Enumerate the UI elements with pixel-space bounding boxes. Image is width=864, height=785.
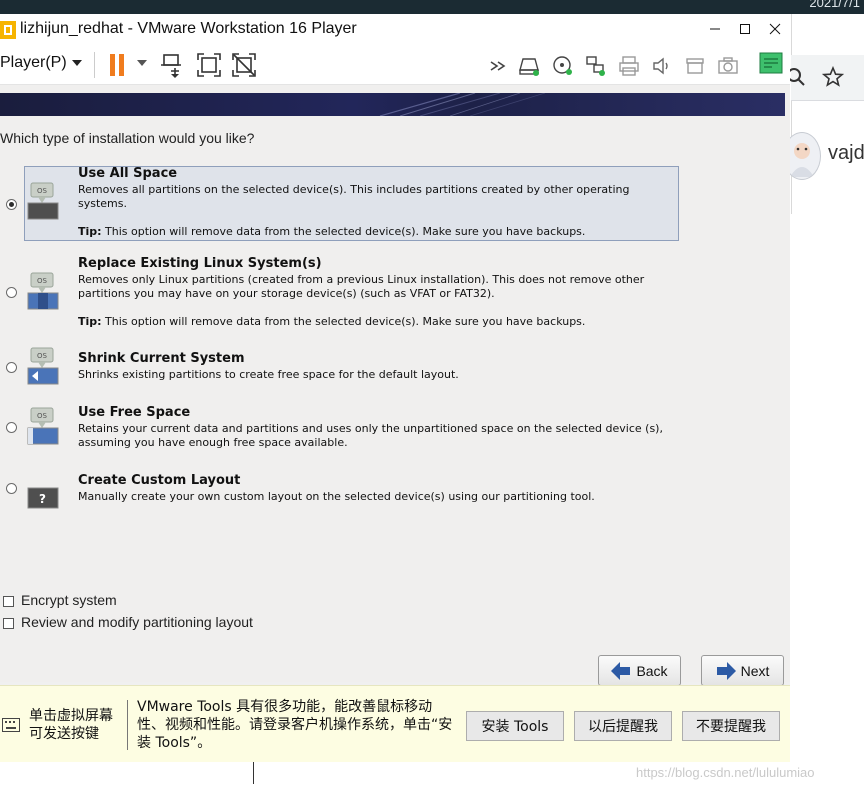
browser-page-body: [791, 214, 864, 785]
power-dropdown-icon[interactable]: [137, 60, 147, 68]
browser-username: vajd: [828, 142, 864, 164]
radio-replace-linux[interactable]: [6, 287, 17, 298]
back-button[interactable]: Back: [598, 655, 681, 686]
option-title: Create Custom Layout: [78, 473, 241, 488]
maximize-icon: [740, 24, 750, 34]
vmware-window: lizhijun_redhat - VMware Workstation 16 …: [0, 14, 815, 785]
next-button[interactable]: Next: [701, 655, 784, 686]
option-title: Replace Existing Linux System(s): [78, 256, 322, 271]
window-bottom-strip: https://blog.csdn.net/lululumiao: [0, 762, 815, 785]
option-use-all-space[interactable]: OS Use All Space Removes all partitions …: [0, 166, 790, 241]
encrypt-system-checkbox[interactable]: [3, 596, 14, 607]
send-ctrl-alt-del-icon[interactable]: [161, 52, 187, 78]
option-tip: Tip: This option will remove data from t…: [78, 225, 585, 238]
svg-text:OS: OS: [37, 277, 48, 285]
unity-mode-icon[interactable]: [231, 52, 257, 78]
review-layout-label[interactable]: Review and modify partitioning layout: [21, 614, 253, 630]
notification-divider: [127, 700, 128, 750]
option-use-free-space[interactable]: OS Use Free Space Retains your current d…: [0, 405, 790, 455]
message-log-icon[interactable]: [758, 51, 784, 77]
option-replace-linux[interactable]: OS Replace Existing Linux System(s) Remo…: [0, 256, 790, 332]
toolbar-divider: [94, 52, 95, 78]
camera-icon[interactable]: [717, 55, 739, 77]
vmware-tools-notification: 单击虚拟屏幕可发送按键 VMware Tools 具有很多功能，能改善鼠标移动性…: [0, 685, 790, 763]
option-description: Manually create your own custom layout o…: [78, 490, 595, 503]
option-title: Use All Space: [78, 166, 178, 181]
desktop-clock: 2021/7/1: [809, 0, 860, 10]
option-description: Removes all partitions on the selected d…: [78, 183, 630, 210]
star-icon[interactable]: [822, 66, 844, 88]
hard-disk-icon[interactable]: [519, 55, 541, 77]
tip-text: This option will remove data from the se…: [101, 225, 586, 238]
background-browser-window: [791, 14, 864, 214]
sound-card-icon[interactable]: [651, 55, 673, 77]
send-keys-hint: 单击虚拟屏幕可发送按键: [29, 708, 113, 742]
remind-later-button[interactable]: 以后提醒我: [574, 711, 672, 741]
window-title: lizhijun_redhat - VMware Workstation 16 …: [20, 20, 357, 37]
option-description: Retains your current data and partitions…: [78, 422, 663, 449]
watermark: https://blog.csdn.net/lululumiao: [636, 765, 815, 780]
player-toolbar: Player(P): [0, 46, 790, 85]
disk-layout-icon: OS: [27, 407, 59, 445]
radio-use-all-space[interactable]: [6, 199, 17, 210]
banner-graphic: [379, 93, 546, 116]
guest-screen[interactable]: Which type of installation would you lik…: [0, 85, 790, 686]
svg-text:OS: OS: [37, 187, 48, 195]
tip-text: This option will remove data from the se…: [101, 315, 586, 328]
minimize-button[interactable]: [700, 14, 730, 44]
svg-text:?: ?: [39, 492, 46, 506]
cd-dvd-icon[interactable]: [552, 55, 574, 77]
disk-layout-icon: OS: [27, 347, 59, 385]
custom-layout-icon: ?: [27, 487, 59, 509]
option-title: Use Free Space: [78, 405, 191, 420]
fit-guest-icon[interactable]: [196, 52, 222, 78]
option-description: Removes only Linux partitions (created f…: [78, 273, 645, 300]
disk-layout-icon: OS: [27, 182, 59, 220]
notification-message: VMware Tools 具有很多功能，能改善鼠标移动性、视频和性能。请登录客户…: [137, 699, 453, 751]
radio-custom-layout[interactable]: [6, 483, 17, 494]
player-menu[interactable]: Player(P): [0, 54, 67, 72]
close-button[interactable]: [760, 14, 790, 44]
chevron-down-icon[interactable]: [72, 60, 82, 66]
vmware-app-icon: [0, 21, 16, 39]
tip-label: Tip:: [78, 225, 102, 238]
disk-layout-icon: OS: [27, 272, 59, 310]
next-label: Next: [740, 662, 770, 679]
encrypt-system-label[interactable]: Encrypt system: [21, 592, 117, 608]
option-title: Shrink Current System: [78, 351, 245, 366]
cursor-line: [253, 762, 254, 784]
option-shrink-current[interactable]: OS Shrink Current System Shrinks existin…: [0, 347, 790, 391]
arrow-left-icon: [611, 661, 631, 680]
minimize-icon: [710, 28, 720, 30]
option-description: Shrinks existing partitions to create fr…: [78, 368, 459, 381]
title-bar[interactable]: lizhijun_redhat - VMware Workstation 16 …: [0, 14, 790, 46]
install-tools-button[interactable]: 安装 Tools: [466, 711, 564, 741]
back-label: Back: [636, 662, 668, 679]
network-adapter-icon[interactable]: [585, 55, 607, 77]
desktop-taskbar: 2021/7/1: [0, 0, 864, 14]
option-tip: Tip: This option will remove data from t…: [78, 315, 585, 328]
svg-text:OS: OS: [37, 352, 48, 360]
pause-icon[interactable]: [106, 52, 132, 78]
svg-text:OS: OS: [37, 412, 48, 420]
removable-device-icon[interactable]: [684, 55, 706, 77]
printer-icon[interactable]: [618, 55, 640, 77]
close-icon: [769, 23, 781, 35]
review-layout-checkbox[interactable]: [3, 618, 14, 629]
maximize-button[interactable]: [730, 14, 760, 44]
radio-shrink-current[interactable]: [6, 362, 17, 373]
arrow-right-icon: [716, 661, 736, 680]
more-devices-icon[interactable]: [488, 55, 510, 77]
keyboard-icon: [2, 718, 20, 732]
radio-use-free-space[interactable]: [6, 422, 17, 433]
installer-banner: [0, 93, 785, 116]
tip-label: Tip:: [78, 315, 102, 328]
never-remind-button[interactable]: 不要提醒我: [682, 711, 780, 741]
option-custom-layout[interactable]: ? Create Custom Layout Manually create y…: [0, 472, 790, 512]
installation-question: Which type of installation would you lik…: [0, 130, 255, 146]
